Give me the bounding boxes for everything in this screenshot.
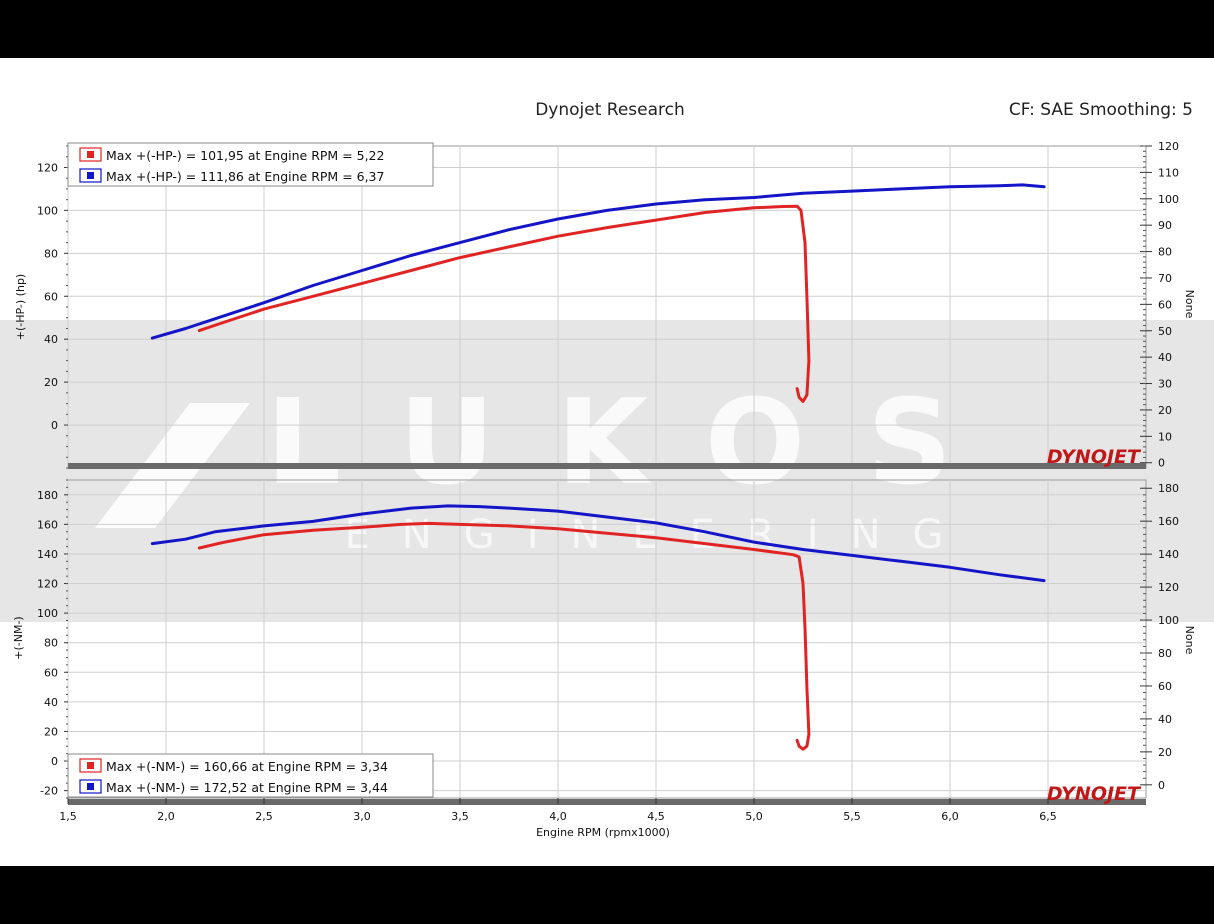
x-tick-label: 5,5 <box>843 810 861 823</box>
power-y2-tick-label: 110 <box>1158 166 1179 179</box>
torque-y-tick-label: 120 <box>37 578 58 591</box>
torque-y-tick-label: 100 <box>37 607 58 620</box>
torque-y2-tick-label: 120 <box>1158 581 1179 594</box>
torque-y-tick-label: 0 <box>51 755 58 768</box>
torque-legend-entry-1: Max +(-NM-) = 160,66 at Engine RPM = 3,3… <box>106 759 388 774</box>
x-tick-label: 3,5 <box>451 810 469 823</box>
legend-swatch-blue <box>87 172 94 179</box>
watermark: LUKOS ENGINEERING <box>0 320 1214 622</box>
power-y-tick-label: 40 <box>44 333 58 346</box>
x-tick-label: 6,0 <box>941 810 959 823</box>
torque-y-tick-label: 40 <box>44 696 58 709</box>
torque-y2-tick-label: 100 <box>1158 614 1179 627</box>
power-y2-tick-label: 120 <box>1158 140 1179 153</box>
torque-y2-tick-label: 0 <box>1158 779 1165 792</box>
power-y2-tick-label: 10 <box>1158 430 1172 443</box>
power-y2-tick-label: 100 <box>1158 193 1179 206</box>
power-y-tick-label: 80 <box>44 247 58 260</box>
correction-settings: CF: SAE Smoothing: 5 <box>1009 100 1193 120</box>
power-legend-entry-2: Max +(-HP-) = 111,86 at Engine RPM = 6,3… <box>106 169 384 184</box>
torque-y-tick-label: 20 <box>44 725 58 738</box>
torque-y-tick-label: 180 <box>37 489 58 502</box>
power-y2-tick-label: 80 <box>1158 246 1172 259</box>
x-tick-label: 4,0 <box>549 810 567 823</box>
power-y2-tick-label: 90 <box>1158 219 1172 232</box>
torque-y2-tick-label: 160 <box>1158 515 1179 528</box>
dynojet-logo: DYNOJET <box>1047 446 1142 468</box>
torque-legend: Max +(-NM-) = 160,66 at Engine RPM = 3,3… <box>67 753 434 798</box>
torque-y2-tick-label: 80 <box>1158 647 1172 660</box>
power-y-tick-label: 20 <box>44 376 58 389</box>
chart-title: Dynojet Research <box>535 100 685 120</box>
power-y-tick-label: 100 <box>37 204 58 217</box>
x-tick-label: 2,0 <box>157 810 175 823</box>
power-series-blue-line <box>150 183 1046 340</box>
dyno-chart: Dynojet Research CF: SAE Smoothing: 5 LU… <box>0 100 1214 839</box>
x-axis-label: Engine RPM (rpmx1000) <box>536 826 670 839</box>
power-legend-entry-1: Max +(-HP-) = 101,95 at Engine RPM = 5,2… <box>106 148 384 163</box>
power-y2-axis-label: None <box>1183 290 1196 319</box>
x-tick-label: 5,0 <box>745 810 763 823</box>
x-tick-label: 3,0 <box>353 810 371 823</box>
torque-y-tick-label: 60 <box>44 666 58 679</box>
power-y2-tick-label: 50 <box>1158 325 1172 338</box>
power-y2-tick-label: 20 <box>1158 404 1172 417</box>
power-y2-tick-label: 40 <box>1158 351 1172 364</box>
legend-swatch-red <box>87 151 94 158</box>
watermark-main-text: LUKOS <box>266 373 1014 511</box>
power-y-tick-label: 0 <box>51 419 58 432</box>
x-tick-label: 6,5 <box>1039 810 1057 823</box>
torque-y2-tick-label: 60 <box>1158 680 1172 693</box>
x-tick-label: 1,5 <box>59 810 77 823</box>
top-black-bar <box>0 0 1214 58</box>
power-y2-tick-label: 70 <box>1158 272 1172 285</box>
torque-legend-entry-2: Max +(-NM-) = 172,52 at Engine RPM = 3,4… <box>106 780 388 795</box>
torque-y2-tick-label: 20 <box>1158 746 1172 759</box>
power-y-tick-label: 60 <box>44 290 58 303</box>
power-y2-tick-label: 0 <box>1158 457 1165 470</box>
dynojet-logo-bottom: DYNOJET <box>1047 783 1142 805</box>
power-y2-tick-label: 30 <box>1158 378 1172 391</box>
torque-y2-tick-label: 180 <box>1158 482 1179 495</box>
power-y-tick-label: 120 <box>37 161 58 174</box>
torque-y-tick-label: 80 <box>44 637 58 650</box>
power-panel-separator <box>68 463 1146 469</box>
torque-y2-tick-label: 40 <box>1158 713 1172 726</box>
torque-y-tick-label: 160 <box>37 518 58 531</box>
x-tick-label: 2,5 <box>255 810 273 823</box>
torque-y-tick-label: 140 <box>37 548 58 561</box>
watermark-sub-text: ENGINEERING <box>345 512 976 558</box>
power-y2-tick-label: 60 <box>1158 298 1172 311</box>
x-tick-label: 4,5 <box>647 810 665 823</box>
torque-y-tick-label: -20 <box>40 785 58 798</box>
torque-y-axis-label: +(-NM-) <box>12 616 25 659</box>
bottom-black-bar <box>0 866 1214 924</box>
torque-panel-separator <box>68 799 1146 805</box>
power-y-axis-label: +(-HP-) (hp) <box>14 274 27 340</box>
torque-y2-axis-label: None <box>1183 626 1196 655</box>
power-legend: Max +(-HP-) = 101,95 at Engine RPM = 5,2… <box>67 142 434 187</box>
torque-y2-tick-label: 140 <box>1158 548 1179 561</box>
